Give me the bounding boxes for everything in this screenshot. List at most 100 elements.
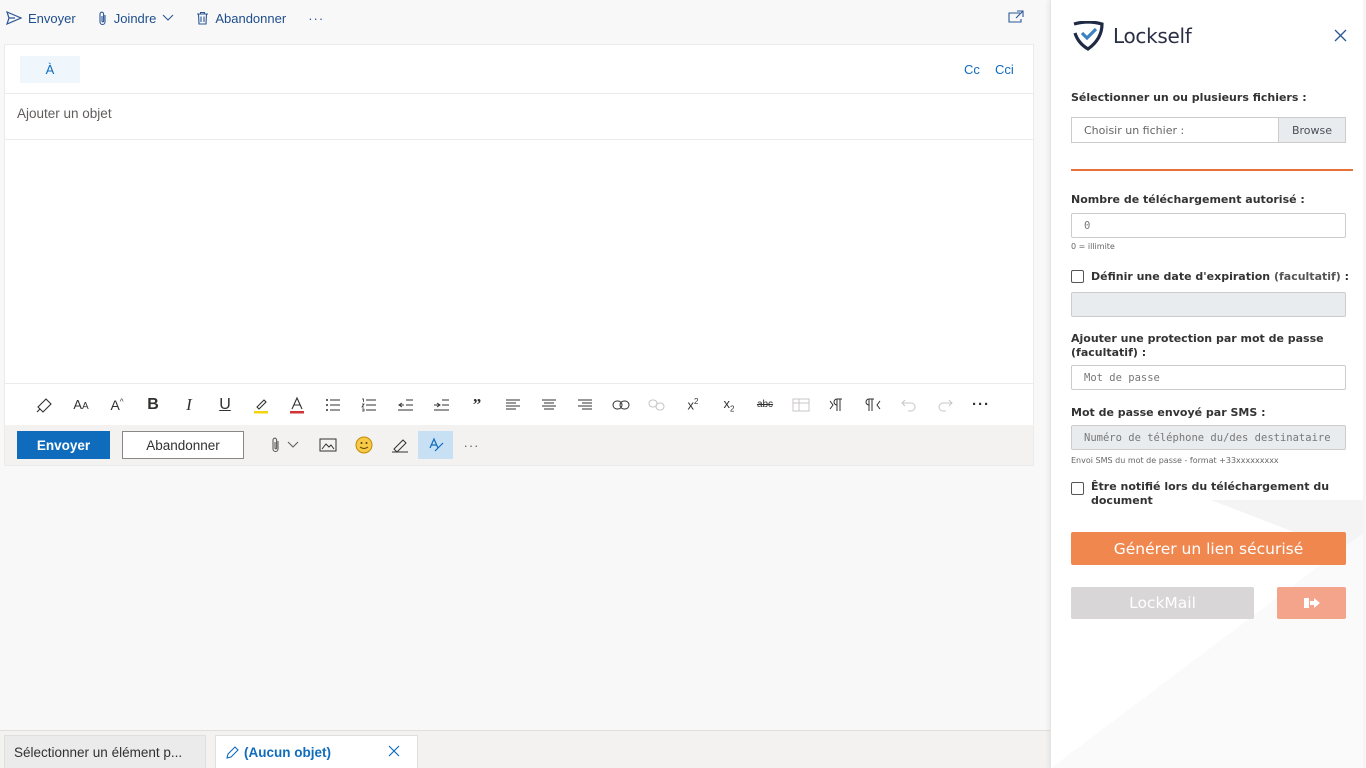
password-optional: (facultatif) :: [1071, 346, 1147, 359]
lockself-logo-icon: [1073, 21, 1104, 51]
send-command-label: Envoyer: [28, 10, 76, 26]
send-command[interactable]: Envoyer: [6, 11, 76, 26]
tab-draft-label: (Aucun objet): [244, 745, 331, 760]
tab-draft[interactable]: (Aucun objet): [215, 735, 418, 768]
format-toolbar: AA A^ B I U ” x2 x2 abc ···: [5, 384, 1033, 425]
more-commands-button[interactable]: ···: [308, 11, 324, 26]
signature-button[interactable]: [382, 431, 417, 459]
notify-checkbox[interactable]: [1071, 482, 1084, 495]
chevron-down-icon: [162, 14, 174, 21]
sms-label: Mot de passe envoyé par SMS :: [1071, 406, 1266, 419]
paperclip-icon: [271, 437, 279, 453]
action-bar: Envoyer Abandonner ···: [5, 425, 1033, 465]
unlink-icon[interactable]: [639, 390, 675, 420]
attach-command[interactable]: Joindre: [98, 11, 175, 26]
format-painter-icon[interactable]: [27, 390, 63, 420]
discard-command[interactable]: Abandonner: [196, 11, 286, 26]
insert-picture-button[interactable]: [310, 431, 345, 459]
command-bar: Envoyer Joindre Abandonner ···: [0, 0, 1050, 36]
send-button[interactable]: Envoyer: [17, 431, 110, 459]
file-chooser[interactable]: Choisir un fichier : Browse: [1071, 117, 1346, 143]
section-divider: [1071, 169, 1353, 171]
close-panel-icon[interactable]: [1334, 29, 1347, 42]
insert-table-icon[interactable]: [783, 390, 819, 420]
to-row: À Cc Cci: [5, 45, 1033, 94]
align-center-icon[interactable]: [531, 390, 567, 420]
font-size-icon[interactable]: AA: [63, 390, 99, 420]
lockself-brand: Lockself: [1071, 21, 1192, 51]
expiration-optional: (facultatif): [1273, 270, 1341, 283]
to-button[interactable]: À: [20, 56, 80, 83]
undo-icon[interactable]: [891, 390, 927, 420]
password-input[interactable]: Mot de passe: [1071, 365, 1346, 390]
bcc-button[interactable]: Cci: [995, 62, 1014, 77]
password-label: Ajouter une protection par mot de passe: [1071, 332, 1324, 345]
compose-card: À Cc Cci AA A^ B I U ” x2 x2 abc ···: [4, 44, 1034, 466]
font-color-icon[interactable]: [279, 390, 315, 420]
align-right-icon[interactable]: [567, 390, 603, 420]
strikethrough-icon[interactable]: abc: [747, 390, 783, 420]
popout-icon[interactable]: [1007, 9, 1025, 24]
expiration-label-text: Définir une date d'expiration: [1091, 270, 1271, 283]
logout-icon: [1303, 598, 1320, 608]
close-icon[interactable]: [388, 745, 400, 757]
numbering-icon[interactable]: [351, 390, 387, 420]
emoji-icon: [355, 436, 372, 454]
downloads-label: Nombre de téléchargement autorisé :: [1071, 193, 1305, 206]
select-files-label: Sélectionner un ou plusieurs fichiers :: [1071, 91, 1307, 104]
send-icon: [6, 11, 22, 25]
generate-link-button[interactable]: Générer un lien sécurisé: [1071, 532, 1346, 565]
tab-select-item-label: Sélectionner un élément p...: [14, 745, 183, 760]
paperclip-icon: [99, 11, 106, 25]
signature-icon: [391, 439, 408, 453]
bullets-icon[interactable]: [315, 390, 351, 420]
message-body[interactable]: [5, 140, 1033, 384]
more-options-button[interactable]: ···: [454, 431, 489, 459]
cc-button[interactable]: Cc: [964, 62, 980, 77]
rtl-icon[interactable]: [855, 390, 891, 420]
attach-command-label: Joindre: [113, 10, 157, 26]
expiration-label: Définir une date d'expiration (facultati…: [1091, 270, 1349, 283]
redo-icon[interactable]: [927, 390, 963, 420]
decrease-indent-icon[interactable]: [387, 390, 423, 420]
sms-phone-input[interactable]: Numéro de téléphone du/des destinataire: [1071, 425, 1346, 450]
bold-icon[interactable]: B: [135, 390, 171, 420]
chevron-down-icon: [287, 441, 299, 448]
subject-row: [5, 94, 1033, 140]
expiration-colon: :: [1340, 270, 1350, 283]
superscript-icon[interactable]: x2: [675, 390, 711, 420]
lockmail-button[interactable]: LockMail: [1071, 587, 1254, 619]
align-left-icon[interactable]: [495, 390, 531, 420]
underline-icon[interactable]: U: [207, 390, 243, 420]
more-icon[interactable]: ···: [963, 390, 999, 420]
more-icon: ···: [463, 437, 480, 453]
increase-indent-icon[interactable]: [423, 390, 459, 420]
tab-select-item[interactable]: Sélectionner un élément p...: [4, 735, 206, 768]
notify-label: Être notifié lors du téléchargement du: [1091, 480, 1330, 493]
emoji-button[interactable]: [346, 431, 381, 459]
discard-command-label: Abandonner: [215, 10, 287, 26]
link-icon[interactable]: [603, 390, 639, 420]
quote-icon[interactable]: ”: [459, 390, 495, 420]
subscript-icon[interactable]: x2: [711, 390, 747, 420]
attach-dropdown[interactable]: [285, 431, 301, 459]
picture-icon: [319, 438, 336, 452]
italic-icon[interactable]: I: [171, 390, 207, 420]
grow-font-icon[interactable]: A^: [99, 390, 135, 420]
sms-hint: Envoi SMS du mot de passe - format +33xx…: [1071, 456, 1279, 465]
expiration-checkbox[interactable]: [1071, 270, 1084, 283]
logout-button[interactable]: [1277, 587, 1346, 619]
expiration-date-input[interactable]: [1071, 292, 1346, 317]
brand-name: Lockself: [1113, 24, 1192, 48]
highlight-icon[interactable]: [243, 390, 279, 420]
downloads-input[interactable]: 0: [1071, 213, 1346, 238]
subject-input[interactable]: [17, 106, 617, 121]
downloads-hint: 0 = illimite: [1071, 242, 1115, 251]
notify-label-line2: document: [1091, 494, 1153, 507]
ltr-icon[interactable]: [819, 390, 855, 420]
bottom-tabs: Sélectionner un élément p... (Aucun obje…: [0, 730, 1050, 768]
discard-button[interactable]: Abandonner: [122, 431, 244, 459]
browse-button[interactable]: Browse: [1278, 118, 1345, 142]
more-commands-label: ···: [308, 10, 325, 26]
editor-button[interactable]: [418, 431, 453, 459]
